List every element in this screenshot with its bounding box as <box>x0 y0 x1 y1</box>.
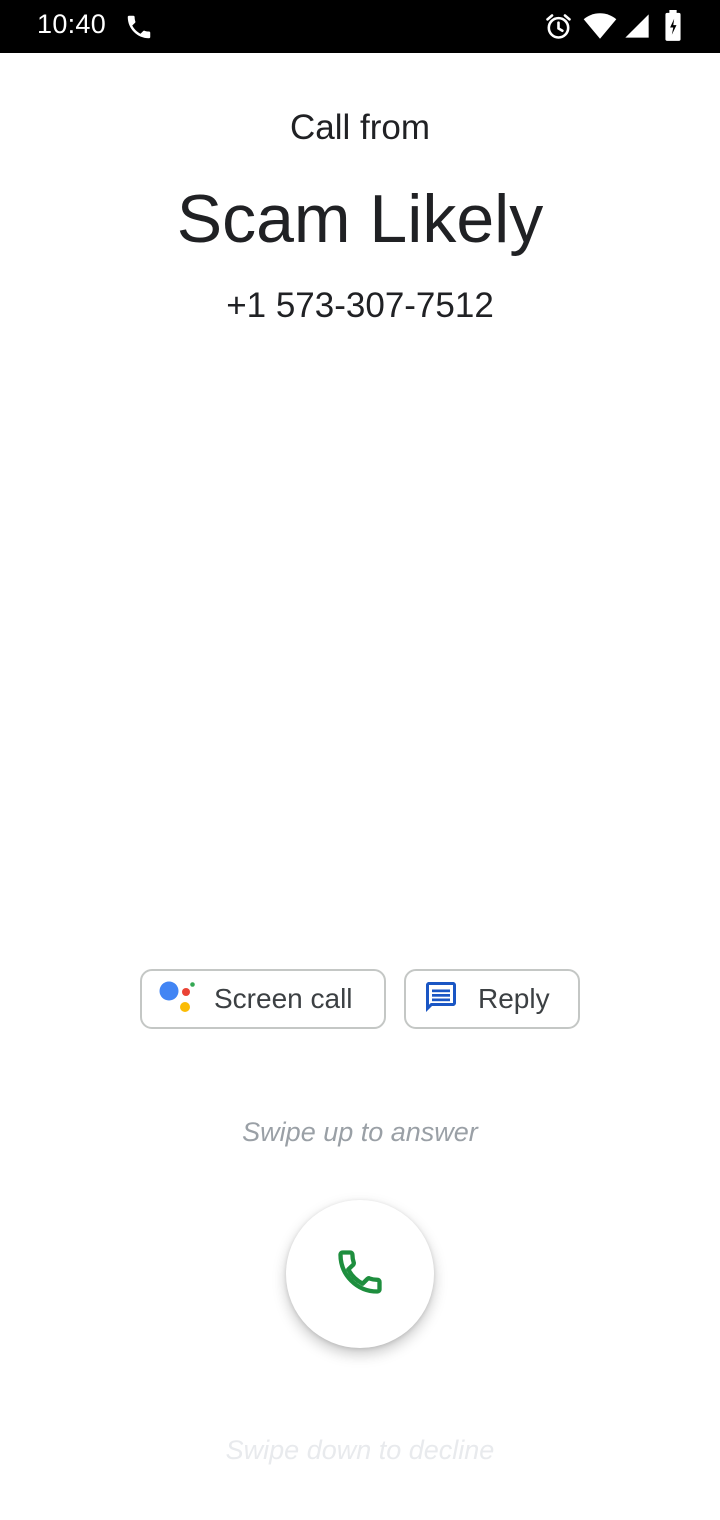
wifi-icon <box>583 11 619 45</box>
screen-call-button[interactable]: Screen call <box>140 969 386 1029</box>
swipe-down-hint: Swipe down to decline <box>225 1435 495 1465</box>
phone-call-icon <box>124 12 154 46</box>
caller-name: Scam Likely <box>176 181 544 257</box>
battery-icon <box>664 10 684 44</box>
reply-label: Reply <box>478 983 550 1014</box>
incoming-call-screen: 10:40 Call from Scam Likely +1 573-307-7… <box>0 0 720 1520</box>
alarm-icon <box>543 11 573 45</box>
screen-call-label: Screen call <box>214 983 353 1014</box>
reply-button[interactable]: Reply <box>404 969 580 1029</box>
message-icon <box>422 979 460 1020</box>
phone-icon <box>334 1246 386 1303</box>
swipe-up-hint: Swipe up to answer <box>242 1117 478 1147</box>
status-time: 10:40 <box>37 9 107 39</box>
google-assistant-icon <box>158 980 196 1019</box>
cell-signal-icon <box>623 12 653 46</box>
caller-number: +1 573-307-7512 <box>226 286 494 325</box>
answer-call-button[interactable] <box>286 1200 434 1348</box>
call-from-label: Call from <box>289 108 431 147</box>
status-bar: 10:40 <box>0 0 720 53</box>
